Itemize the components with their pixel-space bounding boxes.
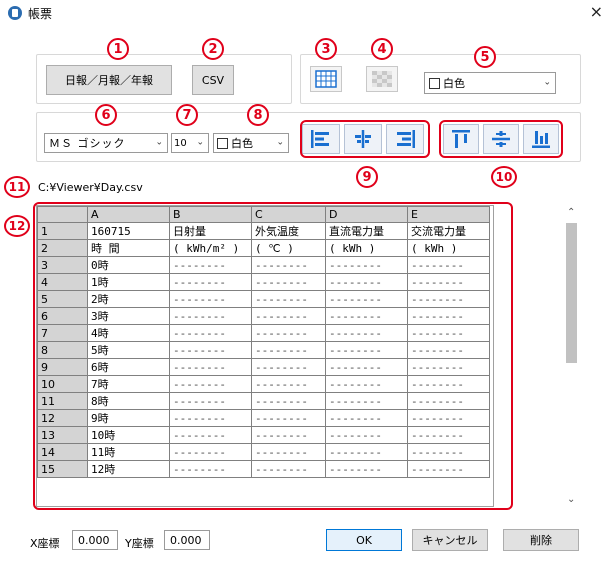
- font-size-select[interactable]: 10 ⌄: [171, 133, 209, 153]
- chevron-down-icon: ⌄: [155, 137, 163, 148]
- badge-7: 7: [176, 104, 198, 126]
- badge-10: 10: [491, 166, 517, 188]
- font-color-value: 白色: [231, 137, 253, 150]
- vertical-scrollbar[interactable]: ⌃ ⌄: [563, 205, 580, 507]
- x-coordinate-field[interactable]: 0.000: [72, 530, 118, 550]
- font-color-select[interactable]: 白色 ⌄: [213, 133, 289, 153]
- pattern-button[interactable]: [366, 66, 398, 92]
- chevron-down-icon: ⌄: [276, 137, 284, 148]
- badge-11: 11: [4, 176, 30, 198]
- cancel-button[interactable]: キャンセル: [412, 529, 488, 551]
- x-coordinate-label: X座標: [30, 537, 60, 550]
- scroll-down-icon[interactable]: ⌄: [567, 494, 575, 505]
- badge-1: 1: [107, 38, 129, 60]
- background-color-value: 白色: [443, 77, 465, 90]
- delete-button[interactable]: 削除: [503, 529, 579, 551]
- badge-3: 3: [315, 38, 337, 60]
- table-grid-icon: [315, 70, 337, 88]
- report-type-button[interactable]: 日報／月報／年報: [46, 65, 172, 95]
- chevron-down-icon: ⌄: [543, 77, 551, 88]
- font-name-value: ＭＳ ゴシック: [49, 137, 126, 150]
- app-icon: [8, 6, 22, 20]
- color-swatch: [217, 137, 228, 149]
- scroll-thumb[interactable]: [566, 223, 577, 363]
- csv-button[interactable]: CSV: [192, 65, 234, 95]
- font-size-value: 10: [174, 137, 187, 149]
- scroll-up-icon[interactable]: ⌃: [567, 207, 575, 218]
- y-coordinate-label: Y座標: [125, 537, 154, 550]
- color-swatch: [429, 77, 440, 89]
- title-bar: 帳票 ×: [0, 0, 609, 26]
- badge-9: 9: [356, 166, 378, 188]
- close-icon[interactable]: ×: [590, 2, 603, 21]
- window-title: 帳票: [28, 7, 53, 21]
- file-path: C:¥Viewer¥Day.csv: [38, 181, 143, 194]
- badge-4: 4: [371, 38, 393, 60]
- badge-8: 8: [247, 104, 269, 126]
- annotation-outline-12: [33, 202, 513, 510]
- badge-2: 2: [202, 38, 224, 60]
- badge-12: 12: [4, 215, 30, 237]
- checker-pattern-icon: [372, 71, 392, 87]
- chevron-down-icon: ⌄: [196, 137, 204, 148]
- badge-5: 5: [474, 46, 496, 68]
- annotation-outline-9: [300, 120, 430, 158]
- annotation-outline-10: [439, 120, 563, 158]
- font-name-select[interactable]: ＭＳ ゴシック ⌄: [44, 133, 168, 153]
- y-coordinate-field[interactable]: 0.000: [164, 530, 210, 550]
- ok-button[interactable]: OK: [326, 529, 402, 551]
- grid-lines-button[interactable]: [310, 66, 342, 92]
- background-color-select[interactable]: 白色 ⌄: [424, 72, 556, 94]
- badge-6: 6: [95, 104, 117, 126]
